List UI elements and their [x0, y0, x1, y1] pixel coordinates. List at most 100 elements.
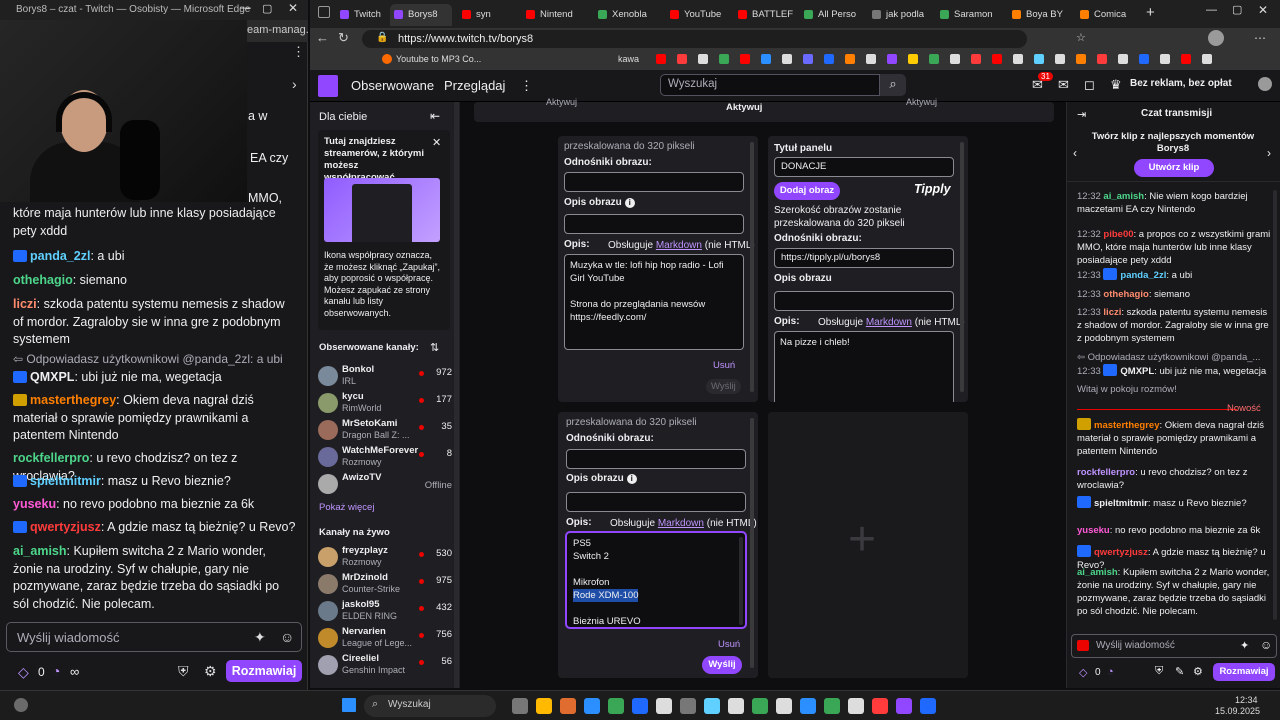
bits-icon[interactable]: ◇ — [1079, 666, 1087, 679]
refresh-icon[interactable]: ↻ — [338, 30, 349, 46]
close-icon[interactable]: ✕ — [1258, 3, 1268, 17]
taskbar-app-icon[interactable] — [560, 698, 576, 714]
collapse-chat-icon[interactable]: ⇥ — [1077, 108, 1086, 121]
browser-tab[interactable]: Saramon — [936, 4, 1004, 26]
bookmark-icon[interactable] — [1076, 54, 1086, 64]
crown-icon[interactable]: ♛ — [1110, 77, 1122, 93]
taskbar-app-icon[interactable] — [896, 698, 912, 714]
activate-button[interactable]: Aktywuj — [906, 97, 937, 107]
bookmark-icon[interactable] — [1202, 54, 1212, 64]
cheer-icon[interactable] — [1077, 640, 1089, 651]
sidebar-channel[interactable]: Bonkol IRL 972 — [318, 364, 456, 392]
chat-username[interactable]: othehagio — [13, 273, 73, 287]
bits-icon[interactable]: ◇ — [18, 664, 29, 681]
more-icon[interactable]: ⋮ — [520, 78, 533, 94]
chevron-right-icon[interactable]: › — [292, 76, 297, 92]
chat-username[interactable]: rockfellerpro — [13, 451, 89, 465]
pen-icon[interactable]: ✎ — [1175, 665, 1184, 678]
bookmark-icon[interactable] — [1160, 54, 1170, 64]
bookmark-icon[interactable] — [971, 54, 981, 64]
chat-username[interactable]: othehagio — [1103, 289, 1148, 300]
sidebar-channel[interactable]: MrSetoKami Dragon Ball Z: ... 35 — [318, 418, 456, 446]
emoji-icon[interactable]: ☺ — [1260, 638, 1272, 652]
browser-tab[interactable]: jak podla — [868, 4, 932, 26]
taskbar-app-icon[interactable] — [920, 698, 936, 714]
taskbar-app-icon[interactable] — [776, 698, 792, 714]
bookmark-icon[interactable] — [782, 54, 792, 64]
image-link-input[interactable] — [564, 172, 744, 192]
sidebar-channel[interactable]: Cireeliel Genshin Impact 56 — [318, 653, 456, 681]
sidebar-channel[interactable]: jaskol95 ELDEN RING 432 — [318, 599, 456, 627]
markdown-link[interactable]: Markdown — [656, 240, 702, 251]
chevron-left-icon[interactable]: ‹ — [1073, 146, 1077, 160]
profile-avatar[interactable] — [1208, 30, 1224, 46]
shield-icon[interactable]: ⛨ — [178, 663, 189, 680]
bookmark-icon[interactable] — [866, 54, 876, 64]
browser-tab[interactable]: Comica — [1076, 4, 1136, 26]
chat-input[interactable]: Wyślij wiadomość ✦ ☺ — [1071, 634, 1277, 658]
bookmark-icon[interactable] — [1097, 54, 1107, 64]
image-link-input[interactable]: https://tipply.pl/u/borys8 — [774, 248, 954, 268]
browser-tab[interactable]: YouTube — [666, 4, 730, 26]
bookmark-icon[interactable] — [803, 54, 813, 64]
nav-following[interactable]: Obserwowane — [351, 78, 434, 93]
sidebar-channel[interactable]: MrDzinold Counter-Strike 975 — [318, 572, 456, 600]
show-more-link[interactable]: Pokaż więcej — [319, 502, 374, 513]
chat-username[interactable]: liczi — [1103, 307, 1121, 318]
browser-tab[interactable]: Twitch — [336, 4, 388, 26]
whispers-icon[interactable]: ✉ — [1058, 77, 1069, 93]
bookmark-icon[interactable] — [656, 54, 666, 64]
bookmark-icon[interactable] — [761, 54, 771, 64]
back-icon[interactable]: ← — [316, 30, 329, 45]
chat-username[interactable]: masterthegrey — [1094, 420, 1159, 431]
gear-icon[interactable]: ⚙ — [204, 663, 217, 680]
markdown-link[interactable]: Markdown — [866, 317, 912, 328]
image-desc-input[interactable] — [566, 492, 746, 512]
browser-tab[interactable]: Boya BY — [1008, 4, 1072, 26]
maximize-icon[interactable]: ▢ — [262, 2, 272, 15]
description-textarea[interactable]: Na pizze i chleb! — [774, 331, 954, 402]
favorite-link[interactable]: kawa — [618, 54, 639, 64]
address-field[interactable]: 🔒 https://www.twitch.tv/borys8 — [362, 30, 1027, 48]
taskbar-search[interactable]: ⌕ Wyszukaj — [364, 695, 496, 717]
chat-username[interactable]: QMXPL — [1120, 366, 1154, 377]
bookmark-icon[interactable] — [950, 54, 960, 64]
remove-button[interactable]: Usuń — [713, 360, 735, 371]
sparkle-icon[interactable]: ✦ — [254, 629, 266, 646]
collapse-icon[interactable]: ⇤ — [430, 109, 440, 123]
sparkle-icon[interactable]: ✦ — [1240, 639, 1249, 652]
minimize-icon[interactable]: — — [240, 2, 251, 14]
taskbar-app-icon[interactable] — [728, 698, 744, 714]
taskbar-app-icon[interactable] — [800, 698, 816, 714]
browser-tab[interactable]: Xenobla — [594, 4, 662, 26]
star-icon[interactable]: ☆ — [1076, 31, 1086, 44]
bookmark-icon[interactable] — [929, 54, 939, 64]
description-textarea-focused[interactable]: PS5 Switch 2 Mikrofon Rode XDM-100 Bieżnia U… — [565, 531, 747, 629]
turbo-promo[interactable]: Bez reklam, bez opłat — [1130, 78, 1232, 89]
bookmark-icon[interactable] — [719, 54, 729, 64]
activate-button[interactable]: Aktywuj — [546, 97, 577, 107]
chat-username[interactable]: masterthegrey — [30, 393, 116, 407]
start-icon[interactable] — [342, 698, 356, 712]
twitch-logo-icon[interactable] — [318, 75, 338, 97]
avatar[interactable] — [1258, 77, 1272, 91]
weather-icon[interactable] — [14, 698, 28, 712]
bookmark-icon[interactable] — [698, 54, 708, 64]
workspaces-icon[interactable] — [318, 6, 330, 18]
search-input[interactable]: Wyszukaj — [660, 74, 880, 96]
nav-browse[interactable]: Przeglądaj — [444, 78, 505, 93]
chat-username[interactable]: liczi — [13, 297, 37, 311]
bookmark-icon[interactable] — [677, 54, 687, 64]
taskbar-app-icon[interactable] — [584, 698, 600, 714]
chat-username[interactable]: QMXPL — [30, 370, 74, 384]
info-icon[interactable]: i — [626, 474, 637, 484]
taskbar-app-icon[interactable] — [752, 698, 768, 714]
create-clip-button[interactable]: Utwórz klip — [1134, 159, 1214, 177]
more-icon[interactable]: ⋮ — [292, 44, 305, 60]
bookmark-icon[interactable] — [1139, 54, 1149, 64]
send-button[interactable]: Wyślij — [702, 656, 742, 674]
add-panel-icon[interactable]: + — [848, 512, 876, 567]
chat-username[interactable]: spieltmitmir — [1094, 498, 1148, 509]
browser-tab[interactable]: BATTLEF — [734, 4, 796, 26]
activity-icon[interactable]: ◻ — [1084, 77, 1095, 93]
